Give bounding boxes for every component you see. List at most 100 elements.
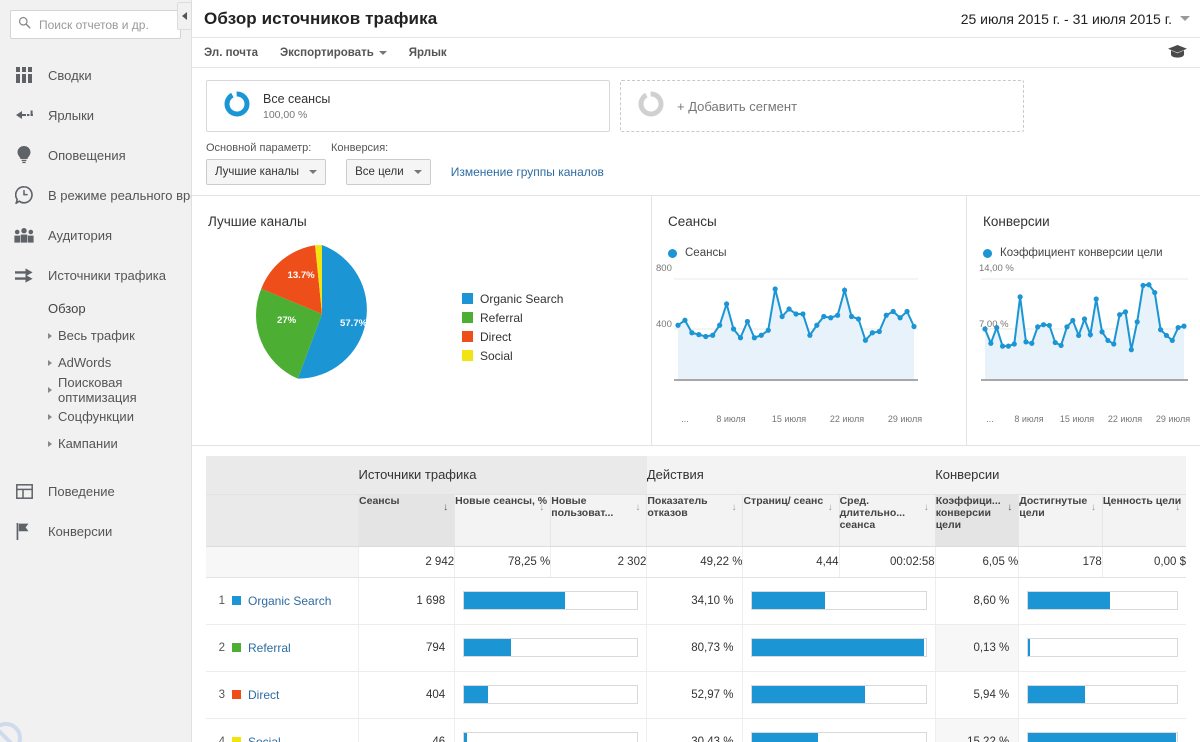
sessions-chart[interactable]: 800 400	[656, 263, 952, 392]
col-header-bounce-rate[interactable]: Показатель отказов ↓	[646, 494, 743, 547]
cell-new-sessions-bar	[454, 624, 647, 672]
sidebar-item-label: В режиме реального времени	[48, 187, 191, 203]
row-label-cell: 2 Referral	[206, 624, 359, 672]
sidebar-subitem-all-traffic[interactable]: Весь трафик	[0, 322, 191, 349]
sidebar-item-label: Оповещения	[48, 147, 126, 163]
sort-desc-icon: ↓	[443, 501, 449, 513]
col-label: Страниц/ сеанс	[743, 494, 824, 507]
chevron-down-icon	[413, 170, 422, 174]
row-channel-link[interactable]: Referral	[248, 641, 291, 655]
legend-item[interactable]: Direct	[462, 327, 563, 346]
pie-chart-title: Лучшие каналы	[208, 214, 307, 229]
legend-item[interactable]: Social	[462, 346, 563, 365]
col-header-pages-per-session[interactable]: Страниц/ сеанс ↓	[742, 494, 840, 547]
sidebar-item-conversions[interactable]: Конверсии	[0, 511, 191, 551]
search-box[interactable]	[10, 10, 181, 39]
sessions-xaxis: ... 8 июля 15 июля 22 июля 29 июля	[668, 414, 958, 424]
col-header-new-users[interactable]: Новые пользоват... ↓	[550, 494, 647, 547]
cell-sessions: 404	[358, 671, 455, 719]
table-row[interactable]: 4 Social 46 30,43 % 15,22 %	[206, 718, 1186, 742]
realtime-icon	[12, 183, 36, 207]
conversions-chart[interactable]: 14,00 % 7,00 %	[979, 263, 1188, 392]
total-goal-conversion-rate: 6,05 %	[934, 546, 1019, 578]
sort-icon: ↓	[923, 501, 929, 513]
primary-dimension-select[interactable]: Лучшие каналы	[206, 159, 327, 185]
row-channel-link[interactable]: Direct	[248, 688, 279, 702]
cell-goal-conversion-rate: 8,60 %	[934, 577, 1019, 625]
table-row[interactable]: 1 Organic Search 1 698 34,10 % 8,60 %	[206, 577, 1186, 625]
channel-grouping-link[interactable]: Изменение группы каналов	[451, 165, 604, 179]
shortcut-button[interactable]: Ярлык	[409, 47, 447, 59]
sidebar-subitem-adwords[interactable]: AdWords	[0, 349, 191, 376]
cell-goal-conversion-rate: 5,94 %	[934, 671, 1019, 719]
col-header-goal-value[interactable]: Ценность цели ↓	[1101, 494, 1186, 547]
sidebar-subitem-label: Кампании	[58, 436, 118, 451]
col-header-goal-completions[interactable]: Достигнутые цели ↓	[1018, 494, 1103, 547]
row-color-swatch	[232, 596, 241, 605]
xtick: 29 июля	[1155, 414, 1191, 424]
col-header-avg-duration[interactable]: Сред. длительно... сеанса ↓	[838, 494, 936, 547]
decorative-glyph	[0, 708, 32, 742]
legend-label: Organic Search	[480, 291, 564, 306]
group-blank	[206, 456, 359, 495]
row-color-swatch	[232, 737, 241, 742]
sidebar-subitem-campaigns[interactable]: Кампании	[0, 430, 191, 457]
row-channel-link[interactable]: Social	[248, 735, 281, 742]
sidebar-item-acquisition[interactable]: Источники трафика	[0, 255, 191, 295]
control-labels: Основной параметр: Конверсия:	[206, 142, 1186, 154]
conversion-value: Все цели	[355, 166, 404, 178]
primary-dimension-value: Лучшие каналы	[215, 166, 300, 178]
email-button[interactable]: Эл. почта	[204, 47, 258, 59]
xtick: 8 июля	[716, 414, 746, 424]
legend-label: Сеансы	[685, 247, 727, 259]
sidebar-subitem-overview[interactable]: Обзор	[0, 295, 191, 322]
pie-chart[interactable]: 57.7% 27% 13.7%	[192, 239, 452, 389]
row-channel-link[interactable]: Organic Search	[248, 594, 331, 608]
cell-bounce-rate: 80,73 %	[646, 624, 743, 672]
legend-dot-icon	[983, 248, 992, 258]
sort-icon: ↓	[539, 501, 545, 513]
sidebar-subitem-social[interactable]: Соцфункции	[0, 403, 191, 430]
table-totals-row: 2 942 78,25 % 2 302 49,22 % 4,44 00:02:5…	[206, 546, 1186, 578]
table-row[interactable]: 2 Referral 794 80,73 % 0,13 %	[206, 624, 1186, 672]
conversion-select[interactable]: Все цели	[346, 159, 431, 185]
xtick: 15 июля	[771, 414, 807, 424]
chevron-right-icon	[48, 413, 52, 420]
col-header-goal-conversion-rate[interactable]: Коэффици... конверсии цели ↓	[934, 494, 1019, 547]
sort-icon: ↓	[1007, 501, 1013, 513]
sidebar-subitem-seo[interactable]: Поисковая оптимизация	[0, 374, 191, 405]
export-button[interactable]: Экспортировать	[280, 47, 387, 59]
col-header-blank	[206, 494, 359, 547]
sidebar-item-label: Ярлыки	[48, 107, 95, 123]
chevron-right-icon	[48, 386, 52, 393]
legend-item[interactable]: Referral	[462, 308, 563, 327]
pie-legend: Organic Search Referral Direct Social	[462, 239, 563, 365]
sidebar-item-dashboards[interactable]: Сводки	[0, 55, 191, 95]
chevron-down-icon	[309, 170, 318, 174]
segment-bar: Все сеансы 100,00 % + Добавить сегмент	[192, 68, 1200, 140]
legend-item[interactable]: Organic Search	[462, 289, 563, 308]
sidebar-subitem-label: Весь трафик	[58, 328, 135, 343]
add-segment-button[interactable]: + Добавить сегмент	[620, 80, 1024, 132]
education-icon[interactable]	[1167, 44, 1188, 64]
sidebar-item-behavior[interactable]: Поведение	[0, 471, 191, 511]
cell-bounce-rate: 34,10 %	[646, 577, 743, 625]
sidebar-item-shortcuts[interactable]: Ярлыки	[0, 95, 191, 135]
sidebar-item-alerts[interactable]: Оповещения	[0, 135, 191, 175]
bar-track	[463, 732, 639, 742]
chevron-right-icon	[48, 440, 52, 447]
sidebar-item-audience[interactable]: Аудитория	[0, 215, 191, 255]
total-sessions: 2 942	[358, 546, 455, 578]
date-range-label: 25 июля 2015 г. - 31 июля 2015 г.	[960, 10, 1172, 27]
cell-bounce-rate: 52,97 %	[646, 671, 743, 719]
sidebar-subitem-label: Поисковая оптимизация	[58, 374, 137, 405]
date-range-picker[interactable]: 25 июля 2015 г. - 31 июля 2015 г.	[961, 11, 1190, 27]
col-header-sessions[interactable]: Сеансы ↓	[358, 494, 455, 547]
sort-icon: ↓	[731, 501, 737, 513]
search-input[interactable]	[37, 16, 173, 33]
sidebar-item-realtime[interactable]: В режиме реального времени	[0, 175, 191, 215]
segment-all-sessions[interactable]: Все сеансы 100,00 %	[206, 80, 610, 132]
table-row[interactable]: 3 Direct 404 52,97 % 5,94 %	[206, 671, 1186, 719]
col-header-new-sessions[interactable]: Новые сеансы, % ↓	[454, 494, 551, 547]
sidebar-collapse-button[interactable]	[177, 2, 192, 30]
